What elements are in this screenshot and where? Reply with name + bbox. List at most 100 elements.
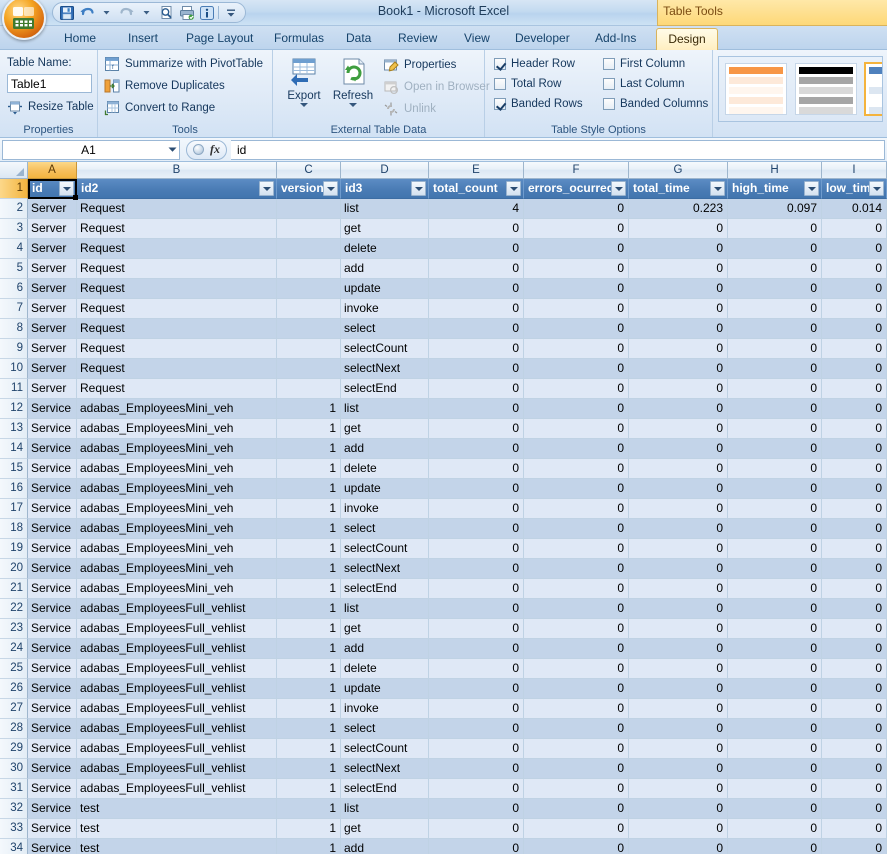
table-styles-gallery[interactable]: [718, 56, 883, 122]
table-row[interactable]: 0: [822, 459, 887, 479]
table-row[interactable]: adabas_EmployeesFull_vehlist: [77, 699, 277, 719]
table-row[interactable]: 0: [629, 399, 728, 419]
table-row[interactable]: 0: [524, 639, 629, 659]
table-row[interactable]: 0: [822, 679, 887, 699]
table-header-high_time[interactable]: high_time: [728, 179, 822, 199]
table-row[interactable]: 0: [429, 819, 524, 839]
column-header-c[interactable]: C: [277, 162, 341, 179]
table-row[interactable]: 0: [629, 599, 728, 619]
table-row[interactable]: list: [341, 399, 429, 419]
table-row[interactable]: 1: [277, 719, 341, 739]
table-row[interactable]: 0: [822, 619, 887, 639]
table-row[interactable]: 1: [277, 559, 341, 579]
table-row[interactable]: 0: [524, 339, 629, 359]
table-row[interactable]: 0: [822, 579, 887, 599]
row-header-14[interactable]: 14: [0, 439, 28, 459]
table-row[interactable]: 0: [429, 339, 524, 359]
table-row[interactable]: get: [341, 419, 429, 439]
table-row[interactable]: 0: [822, 239, 887, 259]
table-row[interactable]: 0: [728, 799, 822, 819]
table-row[interactable]: 0: [728, 659, 822, 679]
table-row[interactable]: 0: [728, 739, 822, 759]
table-row[interactable]: 0: [524, 759, 629, 779]
table-row[interactable]: selectNext: [341, 359, 429, 379]
table-row[interactable]: Request: [77, 219, 277, 239]
table-row[interactable]: 0: [728, 519, 822, 539]
table-row[interactable]: 0: [728, 359, 822, 379]
table-row[interactable]: 0: [728, 639, 822, 659]
formula-bar-expand-icon[interactable]: [193, 144, 204, 155]
tab-insert[interactable]: Insert: [118, 28, 168, 50]
table-row[interactable]: 0: [429, 219, 524, 239]
column-header-d[interactable]: D: [341, 162, 429, 179]
table-row[interactable]: 0: [524, 299, 629, 319]
table-row[interactable]: 0: [429, 799, 524, 819]
table-row[interactable]: 0: [629, 479, 728, 499]
table-row[interactable]: 0: [728, 539, 822, 559]
row-header-12[interactable]: 12: [0, 399, 28, 419]
table-row[interactable]: 0: [822, 559, 887, 579]
row-header-23[interactable]: 23: [0, 619, 28, 639]
table-row[interactable]: adabas_EmployeesFull_vehlist: [77, 679, 277, 699]
table-row[interactable]: 0: [728, 339, 822, 359]
table-row[interactable]: Service: [28, 679, 77, 699]
table-row[interactable]: invoke: [341, 499, 429, 519]
filter-dropdown-icon-total_count[interactable]: [506, 181, 521, 196]
table-row[interactable]: 1: [277, 639, 341, 659]
filter-dropdown-icon-total_time[interactable]: [710, 181, 725, 196]
table-row[interactable]: 1: [277, 679, 341, 699]
column-header-h[interactable]: H: [728, 162, 822, 179]
table-row[interactable]: 0: [524, 439, 629, 459]
row-header-5[interactable]: 5: [0, 259, 28, 279]
table-row[interactable]: 1: [277, 619, 341, 639]
table-row[interactable]: 0: [429, 479, 524, 499]
table-row[interactable]: adabas_EmployeesMini_veh: [77, 439, 277, 459]
tab-review[interactable]: Review: [388, 28, 447, 50]
table-row[interactable]: Request: [77, 239, 277, 259]
table-row[interactable]: 0: [728, 379, 822, 399]
table-row[interactable]: 0: [728, 299, 822, 319]
table-row[interactable]: Request: [77, 319, 277, 339]
table-row[interactable]: 0: [429, 699, 524, 719]
table-row[interactable]: 0: [524, 579, 629, 599]
table-row[interactable]: Service: [28, 839, 77, 854]
table-row[interactable]: 1: [277, 519, 341, 539]
table-row[interactable]: 0: [429, 419, 524, 439]
table-row[interactable]: 0: [822, 439, 887, 459]
table-row[interactable]: 0: [524, 619, 629, 639]
table-row[interactable]: 1: [277, 739, 341, 759]
table-row[interactable]: 1: [277, 779, 341, 799]
table-row[interactable]: Server: [28, 299, 77, 319]
table-row[interactable]: select: [341, 519, 429, 539]
table-row[interactable]: 0: [728, 839, 822, 854]
row-header-6[interactable]: 6: [0, 279, 28, 299]
table-row[interactable]: Request: [77, 299, 277, 319]
table-row[interactable]: 0: [429, 539, 524, 559]
table-row[interactable]: 1: [277, 399, 341, 419]
table-row[interactable]: 0: [629, 839, 728, 854]
table-row[interactable]: 0: [629, 519, 728, 539]
row-header-33[interactable]: 33: [0, 819, 28, 839]
table-row[interactable]: 0: [629, 679, 728, 699]
table-row[interactable]: 0: [728, 279, 822, 299]
tab-add-ins[interactable]: Add-Ins: [585, 28, 646, 50]
table-row[interactable]: 1: [277, 599, 341, 619]
table-row[interactable]: 0: [524, 739, 629, 759]
last-column-checkbox[interactable]: [603, 78, 615, 90]
table-row[interactable]: Service: [28, 759, 77, 779]
table-row[interactable]: 0: [524, 459, 629, 479]
table-row[interactable]: 0: [429, 459, 524, 479]
table-style-swatch-black[interactable]: [795, 63, 857, 115]
table-row[interactable]: 0: [429, 319, 524, 339]
table-row[interactable]: 0: [822, 739, 887, 759]
table-row[interactable]: 0: [629, 499, 728, 519]
table-row[interactable]: 1: [277, 439, 341, 459]
table-row[interactable]: 0: [629, 439, 728, 459]
table-row[interactable]: 0: [629, 319, 728, 339]
row-header-25[interactable]: 25: [0, 659, 28, 679]
table-row[interactable]: selectNext: [341, 759, 429, 779]
table-row[interactable]: add: [341, 259, 429, 279]
option-first-column[interactable]: First Column: [603, 58, 685, 70]
table-row[interactable]: 0: [524, 779, 629, 799]
table-row[interactable]: add: [341, 639, 429, 659]
